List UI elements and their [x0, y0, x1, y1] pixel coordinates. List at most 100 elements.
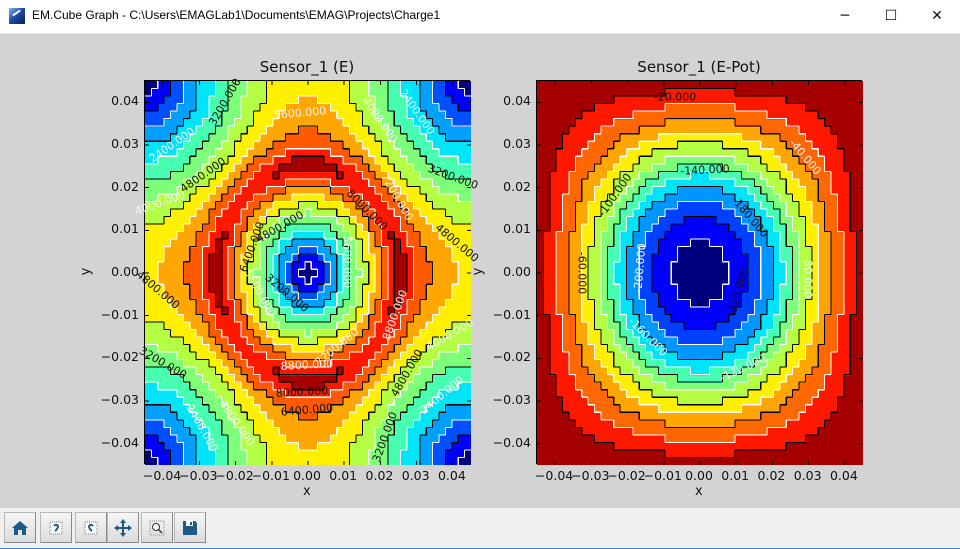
contour-fill-cell	[304, 337, 312, 346]
contour-fill-cell	[336, 427, 344, 436]
contour-fill-cell	[432, 254, 440, 263]
contour-fill-cell	[317, 163, 325, 172]
contour-fill-cell	[170, 284, 178, 293]
contour-fill-cell	[400, 337, 408, 346]
contour-fill-cell	[292, 148, 300, 157]
contour-fill-cell	[189, 141, 197, 150]
contour-fill-cell	[779, 457, 787, 465]
contour-fill-cell	[451, 419, 459, 428]
contour-fill-cell	[767, 419, 775, 428]
contour-fill-cell	[413, 193, 421, 203]
contour-fill-cell	[407, 171, 415, 180]
contour-fill-cell	[767, 427, 775, 436]
contour-fill-cell	[413, 163, 421, 172]
contour-fill-cell	[336, 449, 344, 459]
contour-fill-cell	[355, 88, 363, 97]
contour-fill-cell	[145, 404, 152, 413]
contour-fill-cell	[786, 412, 794, 421]
contour-fill-cell	[799, 412, 807, 421]
contour-fill-cell	[221, 239, 229, 248]
maximize-button[interactable]: ☐	[868, 0, 914, 32]
contour-fill-cell	[773, 434, 781, 444]
contour-fill-cell	[709, 397, 717, 406]
contour-fill-cell	[304, 96, 312, 105]
contour-fill-cell	[247, 148, 255, 157]
contour-fill-cell	[145, 306, 152, 316]
contour-fill-cell	[317, 329, 325, 338]
contour-fill-cell	[426, 193, 434, 203]
contour-fill-cell	[157, 178, 165, 188]
contour-fill-cell	[285, 419, 293, 428]
contour-fill-cell	[196, 329, 204, 338]
contour-fill-cell	[272, 88, 280, 97]
contour-fill-cell	[272, 81, 280, 90]
contour-fill-cell	[594, 449, 602, 459]
contour-fill-cell	[336, 321, 344, 331]
contour-fill-cell	[221, 178, 229, 188]
contour-fill-cell	[368, 314, 376, 323]
contour-fill-cell	[164, 269, 172, 278]
contour-fill-cell	[831, 412, 839, 421]
contour-fill-cell	[445, 193, 453, 203]
contour-fill-cell	[458, 404, 466, 413]
contour-fill-cell	[292, 434, 300, 444]
contour-fill-cell	[317, 419, 325, 428]
contour-fill-cell	[362, 397, 370, 406]
contour-fill-cell	[394, 269, 402, 278]
contour-fill-cell	[464, 81, 471, 90]
contour-fill-cell	[323, 239, 331, 248]
contour-fill-cell	[407, 404, 415, 413]
contour-fill-cell	[164, 337, 172, 346]
contour-fill-cell	[292, 163, 300, 172]
contour-fill-cell	[343, 156, 351, 165]
contour-fill-cell	[394, 442, 402, 451]
contour-fill-cell	[164, 314, 172, 323]
contour-fill-cell	[368, 397, 376, 406]
contour-fill-cell	[690, 434, 698, 444]
contour-fill-cell	[375, 133, 383, 142]
contour-fill-cell	[543, 442, 551, 451]
contour-fill-cell	[664, 434, 672, 444]
contour-fill-cell	[279, 321, 287, 331]
contour-fill-cell	[151, 397, 159, 406]
contour-fill-cell	[677, 419, 685, 428]
contour-fill-cell	[253, 449, 261, 459]
contour-fill-cell	[464, 193, 471, 203]
contour-fill-cell	[439, 254, 447, 263]
contour-fill-cell	[183, 163, 191, 172]
contour-fill-cell	[145, 321, 152, 331]
contour-fill-cell	[183, 81, 191, 90]
contour-fill-cell	[368, 81, 376, 90]
contour-fill-cell	[145, 171, 152, 180]
contour-fill-cell	[387, 103, 395, 112]
contour-fill-cell	[355, 306, 363, 316]
contour-fill-cell	[183, 209, 191, 218]
contour-fill-cell	[221, 389, 229, 398]
contour-fill-cell	[266, 352, 274, 361]
contour-fill-cell	[170, 404, 178, 413]
contour-fill-cell	[317, 337, 325, 346]
contour-fill-cell	[279, 306, 287, 316]
contour-fill-cell	[715, 449, 723, 459]
contour-fill-cell	[626, 434, 634, 444]
contour-fill-cell	[792, 427, 800, 436]
minimize-button[interactable]: ─	[822, 0, 868, 32]
contour-fill-cell	[343, 111, 351, 120]
contour-fill-cell	[279, 201, 287, 210]
contour-fill-cell	[279, 329, 287, 338]
contour-fill-cell	[266, 442, 274, 451]
contour-fill-cell	[767, 404, 775, 413]
contour-fill-cell	[323, 329, 331, 338]
contour-fill-cell	[581, 442, 589, 451]
contour-fill-cell	[240, 329, 248, 338]
contour-fill-cell	[779, 449, 787, 459]
contour-fill-cell	[228, 111, 236, 120]
contour-fill-cell	[183, 261, 191, 270]
contour-fill-cell	[228, 216, 236, 225]
close-button[interactable]: ✕	[914, 0, 960, 32]
contour-fill-cell	[157, 306, 165, 316]
contour-fill-cell	[292, 344, 300, 353]
contour-fill-cell	[253, 352, 261, 361]
contour-fill-cell	[202, 291, 210, 300]
contour-fill-cell	[400, 246, 408, 255]
